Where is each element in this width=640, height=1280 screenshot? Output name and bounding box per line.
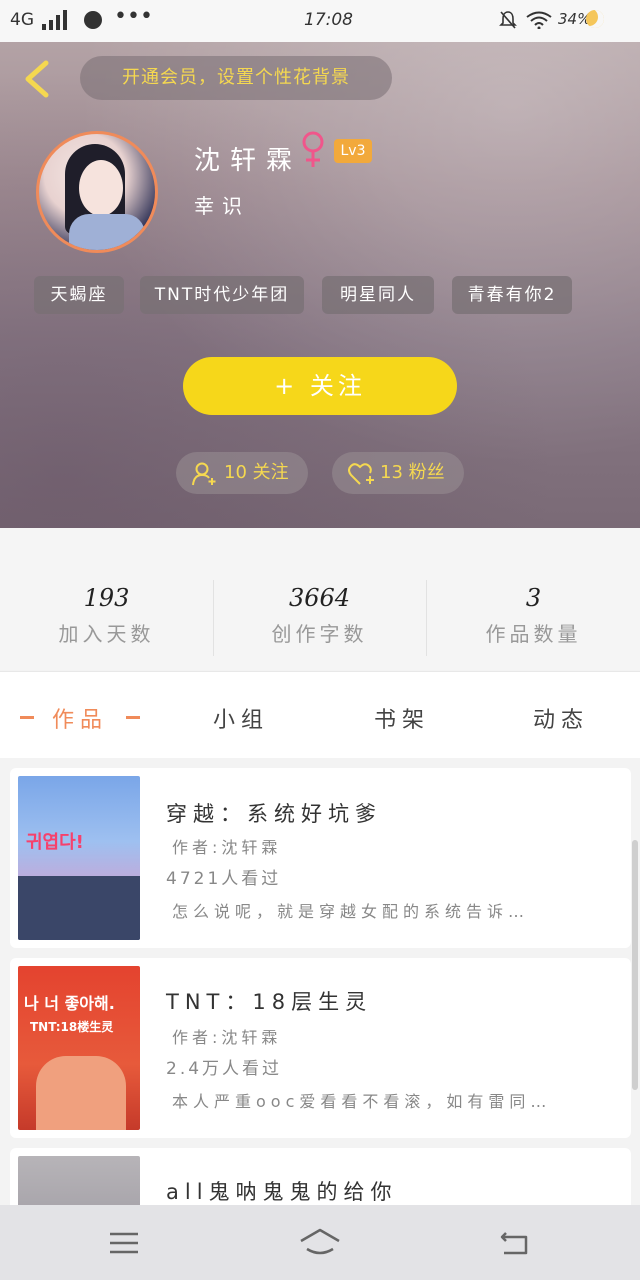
- tab-bookshelf[interactable]: 书架: [374, 702, 430, 734]
- tab-works[interactable]: 作品: [52, 702, 108, 734]
- stats-panel: 193 加入天数 3664 创作字数 3 作品数量: [0, 528, 640, 670]
- tab-indicator-left: [20, 716, 34, 719]
- following-count-label: 10 关注: [224, 462, 289, 483]
- stat-value: 3: [525, 584, 542, 612]
- female-icon: [302, 131, 324, 167]
- stat-value: 3664: [288, 584, 351, 612]
- work-author: 作者:沈轩霖: [172, 838, 282, 857]
- add-user-icon: [192, 462, 216, 486]
- system-navigation-bar: [0, 1205, 640, 1280]
- cover-text: 귀엽다!: [26, 832, 84, 853]
- work-views: 4721人看过: [166, 869, 282, 889]
- back-nav-icon[interactable]: [498, 1229, 532, 1257]
- menu-icon[interactable]: [108, 1231, 140, 1255]
- heart-plus-icon: [348, 463, 374, 485]
- tag-zodiac[interactable]: 天蝎座: [34, 276, 124, 314]
- work-cover[interactable]: [18, 1156, 140, 1205]
- profile-tabs: 作品 小组 书架 动态: [0, 671, 640, 758]
- status-bar: 4G ••• 17:08 34%: [0, 0, 640, 42]
- stat-word-count: 3664 创作字数: [213, 584, 426, 647]
- clock: 17:08: [304, 10, 353, 30]
- tab-indicator-right: [126, 716, 140, 719]
- follow-button[interactable]: + 关注: [183, 357, 457, 415]
- work-views: 2.4万人看过: [166, 1059, 283, 1079]
- vip-background-banner[interactable]: 开通会员，设置个性花背景: [80, 56, 392, 100]
- more-icon: •••: [114, 4, 153, 29]
- back-arrow-icon[interactable]: [20, 60, 54, 98]
- signal-icon: [42, 10, 68, 30]
- user-signature: 幸识: [194, 194, 250, 218]
- tag-celebrity-fanfic[interactable]: 明星同人: [322, 276, 434, 314]
- wifi-icon: [526, 11, 552, 29]
- work-description: 本人严重ooc爱看看不看滚，如有雷同…: [172, 1092, 552, 1111]
- work-cover[interactable]: 귀엽다!: [18, 776, 140, 940]
- work-title: TNT：18层生灵: [166, 990, 373, 1014]
- stat-label: 加入天数: [58, 622, 155, 646]
- home-icon[interactable]: [298, 1227, 342, 1259]
- fans-count-label: 13 粉丝: [380, 462, 445, 483]
- following-count-button[interactable]: 10 关注: [176, 452, 308, 494]
- work-description: 怎么说呢，就是穿越女配的系统告诉…: [172, 902, 530, 921]
- tab-activity[interactable]: 动态: [533, 702, 589, 734]
- stat-works-count: 3 作品数量: [427, 584, 640, 647]
- tag-youth-with-you[interactable]: 青春有你2: [452, 276, 572, 314]
- stat-label: 作品数量: [485, 622, 582, 646]
- work-author: 作者:沈轩霖: [172, 1028, 282, 1047]
- level-badge: Lv3: [334, 139, 372, 163]
- scrollbar[interactable]: [632, 840, 638, 1090]
- work-cover[interactable]: 나 너 좋아해. TNT:18楼生灵: [18, 966, 140, 1130]
- stat-label: 创作字数: [271, 622, 368, 646]
- work-title: 穿越：系统好坑爹: [166, 802, 382, 826]
- fans-count-button[interactable]: 13 粉丝: [332, 452, 464, 494]
- work-card[interactable]: 귀엽다! 穿越：系统好坑爹 作者:沈轩霖 4721人看过 怎么说呢，就是穿越女配…: [10, 768, 631, 948]
- tag-tnt[interactable]: TNT时代少年团: [140, 276, 304, 314]
- work-card[interactable]: all鬼呐鬼鬼的给你: [10, 1148, 631, 1205]
- network-type: 4G: [10, 10, 34, 30]
- work-title: all鬼呐鬼鬼的给你: [166, 1180, 398, 1204]
- night-mode-icon: [586, 10, 604, 28]
- user-name: 沈轩霖: [194, 146, 303, 176]
- browser-icon: [84, 11, 102, 29]
- cover-text: 나 너 좋아해.: [24, 994, 115, 1013]
- cover-subtitle: TNT:18楼生灵: [30, 1020, 114, 1034]
- tab-groups[interactable]: 小组: [213, 702, 269, 734]
- avatar[interactable]: [36, 131, 158, 253]
- stat-value: 193: [83, 584, 130, 612]
- mute-icon: [499, 11, 517, 29]
- work-card[interactable]: 나 너 좋아해. TNT:18楼生灵 TNT：18层生灵 作者:沈轩霖 2.4万…: [10, 958, 631, 1138]
- stat-join-days: 193 加入天数: [0, 584, 213, 647]
